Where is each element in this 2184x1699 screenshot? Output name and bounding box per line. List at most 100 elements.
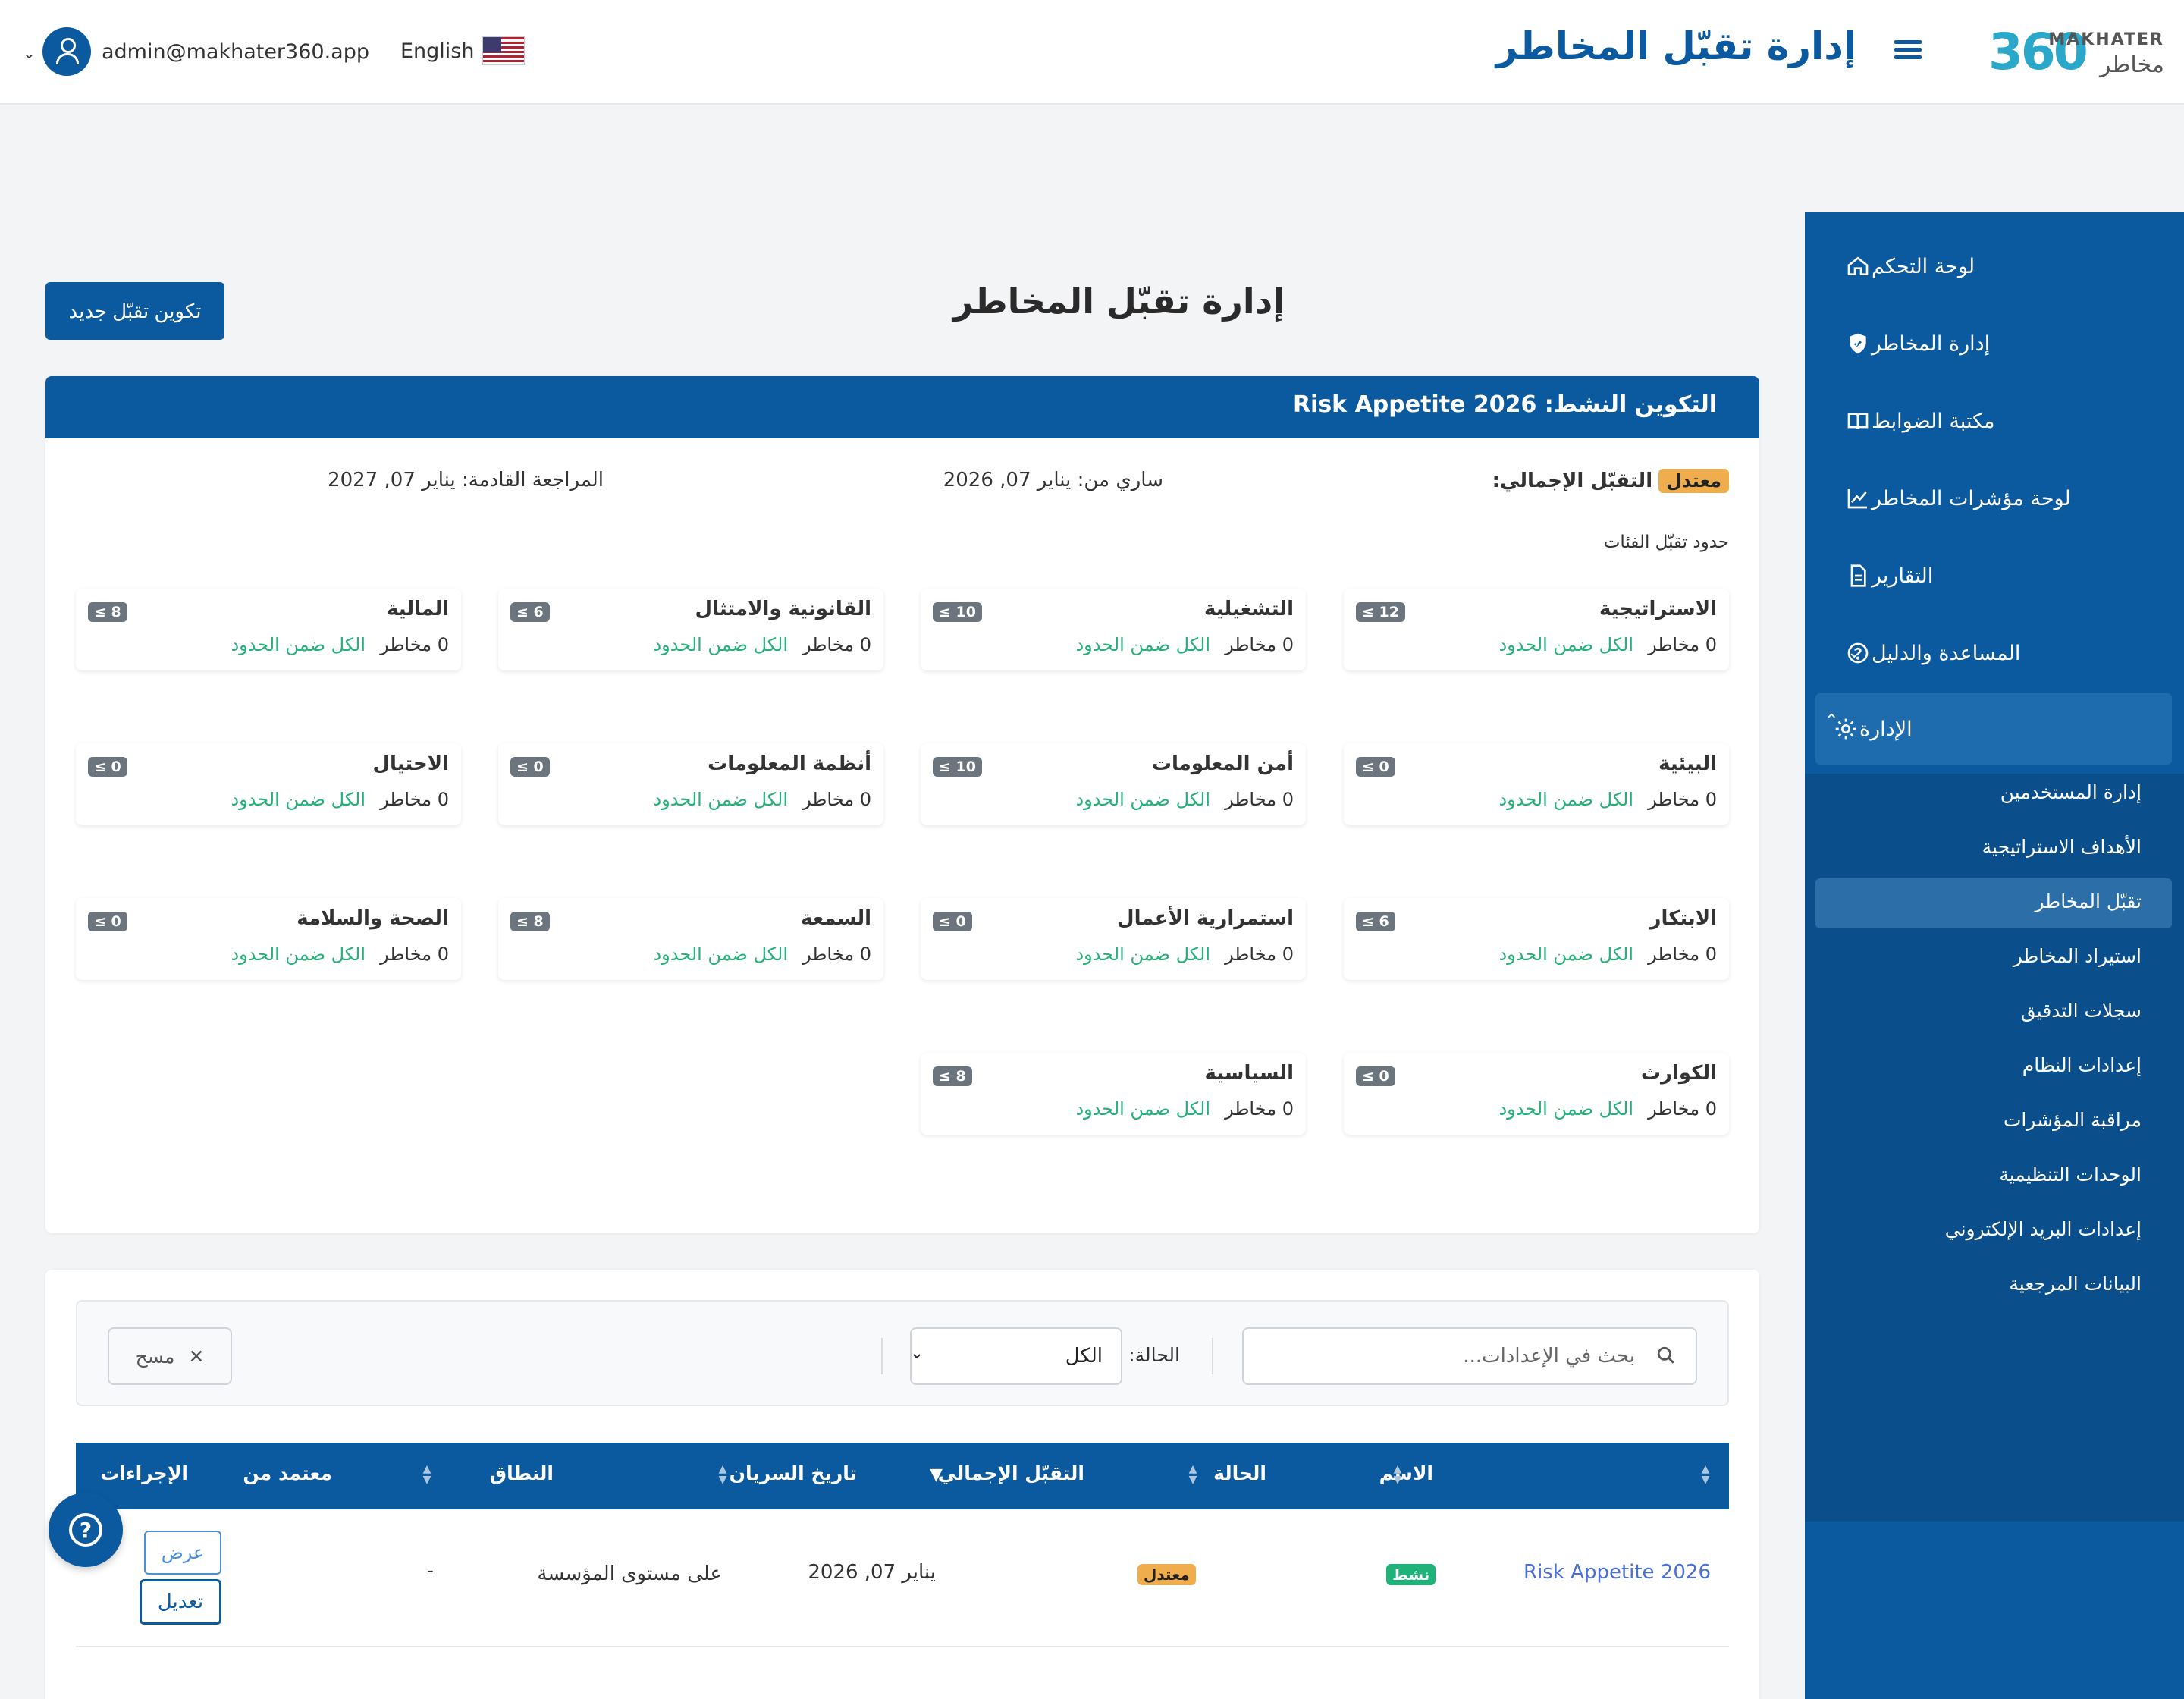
- sidebar-subitem-risk-import[interactable]: استيراد المخاطر: [2013, 945, 2142, 967]
- approved-by-cell: -: [426, 1559, 434, 1582]
- sidebar-item-risk-management[interactable]: إدارة المخاطر ⌄: [1828, 316, 2154, 372]
- sidebar-subitem-users[interactable]: إدارة المستخدمين: [2000, 781, 2142, 803]
- sidebar-subitem-indicator-monitoring[interactable]: مراقبة المؤشرات: [2004, 1109, 2142, 1131]
- sidebar-item-help[interactable]: المساعدة والدليل ⌄: [1828, 625, 2154, 681]
- category-risk-count: 0 مخاطر: [1225, 1098, 1294, 1120]
- sidebar-subitem-risk-appetite[interactable]: تقبّل المخاطر: [2035, 890, 2142, 912]
- category-status: الكل ضمن الحدود: [1075, 1098, 1210, 1120]
- category-status: الكل ضمن الحدود: [231, 634, 366, 655]
- sidebar-item-label: التقارير: [1872, 564, 1934, 588]
- column-header-overall-appetite[interactable]: التقبّل الإجمالي: [938, 1462, 1084, 1484]
- category-limit-badge: ≤ 0: [1356, 757, 1395, 777]
- header-title: إدارة تقبّل المخاطر: [1495, 24, 1856, 68]
- category-card: الاحتيال ≤ 0 0 مخاطر الكل ضمن الحدود: [76, 743, 461, 825]
- sidebar-subitem-reference-data[interactable]: البيانات المرجعية: [2009, 1273, 2142, 1295]
- category-card: السياسية ≤ 8 0 مخاطر الكل ضمن الحدود: [921, 1053, 1306, 1135]
- new-config-button[interactable]: تكوين تقبّل جديد: [46, 282, 224, 340]
- brand-logo[interactable]: 360 MAKHATER مخاطر: [1988, 23, 2164, 81]
- sidebar-subitem-strategic-goals[interactable]: الأهداف الاستراتيجية: [1982, 836, 2142, 858]
- category-limit-badge: ≤ 8: [933, 1066, 972, 1086]
- column-header-status[interactable]: الحالة: [1213, 1462, 1266, 1484]
- sort-icon[interactable]: ▲ ▼: [717, 1464, 728, 1487]
- column-header-actions: الإجراءات: [100, 1462, 188, 1484]
- overall-label: التقبّل الإجمالي:: [1492, 470, 1653, 492]
- active-config-card: التكوين النشط: Risk Appetite 2026 التقبّ…: [46, 376, 1759, 1233]
- sidebar-subitem-org-units[interactable]: الوحدات التنظيمية: [1999, 1164, 2142, 1186]
- edit-button[interactable]: تعديل: [140, 1579, 221, 1625]
- category-limit-badge: ≤ 6: [510, 602, 550, 622]
- sidebar-item-label: الإدارة: [1859, 717, 1913, 741]
- document-icon: [1844, 562, 1872, 589]
- sort-icon[interactable]: ▲ ▼: [1392, 1464, 1403, 1487]
- sidebar-item-dashboard[interactable]: لوحة التحكم: [1828, 238, 2154, 294]
- status-filter-label: الحالة:: [1128, 1344, 1180, 1366]
- sort-icon[interactable]: ▲ ▼: [1188, 1464, 1198, 1487]
- category-name: البيئية: [1658, 752, 1717, 775]
- column-header-scope[interactable]: النطاق: [490, 1462, 554, 1484]
- sidebar-subitem-audit-logs[interactable]: سجلات التدقيق: [2021, 1000, 2142, 1022]
- menu-toggle-icon[interactable]: [1894, 36, 1922, 64]
- sidebar: لوحة التحكم إدارة المخاطر ⌄ مكتبة الضواب…: [1805, 212, 2184, 1699]
- column-header-effective-date[interactable]: تاريخ السريان: [730, 1462, 857, 1484]
- sidebar-subitem-email-settings[interactable]: إعدادات البريد الإلكتروني: [1945, 1218, 2142, 1240]
- page-title: إدارة تقبّل المخاطر: [952, 281, 1285, 322]
- status-filter-select[interactable]: الكل: [910, 1327, 1122, 1385]
- column-header-approved-by[interactable]: معتمد من: [243, 1462, 332, 1484]
- category-risk-count: 0 مخاطر: [1648, 1098, 1717, 1120]
- language-label: English: [400, 39, 475, 63]
- user-menu[interactable]: ⌄ admin@makhater360.app: [23, 27, 369, 76]
- category-limit-badge: ≤ 8: [88, 602, 127, 622]
- category-limit-badge: ≤ 10: [933, 602, 982, 622]
- table-header: الاسم ▲ ▼ الحالة ▲ ▼ التقبّل الإجمالي ▲ ▼ ت…: [76, 1443, 1729, 1509]
- overall-appetite-badge: معتدل: [1138, 1564, 1196, 1585]
- clear-label: مسح: [135, 1345, 175, 1368]
- status-badge: نشط: [1386, 1564, 1436, 1585]
- category-limit-badge: ≤ 8: [510, 912, 550, 931]
- language-switcher[interactable]: English: [400, 36, 525, 65]
- category-status: الكل ضمن الحدود: [1075, 944, 1210, 965]
- filter-divider: [881, 1338, 883, 1374]
- sidebar-subitem-system-settings[interactable]: إعدادات النظام: [2022, 1054, 2142, 1076]
- chevron-down-icon: ⌄: [23, 44, 36, 62]
- category-card: التشغيلية ≤ 10 0 مخاطر الكل ضمن الحدود: [921, 589, 1306, 670]
- category-status: الكل ضمن الحدود: [1498, 634, 1633, 655]
- category-card: القانونية والامتثال ≤ 6 0 مخاطر الكل ضمن…: [498, 589, 883, 670]
- sort-icon[interactable]: ▲ ▼: [1700, 1464, 1711, 1487]
- category-name: السمعة: [800, 907, 871, 930]
- category-risk-count: 0 مخاطر: [1225, 634, 1294, 655]
- category-status: الكل ضمن الحدود: [231, 789, 366, 810]
- help-fab-button[interactable]: ?: [49, 1493, 123, 1567]
- clear-filters-button[interactable]: مسح ✕: [108, 1327, 232, 1385]
- category-card: الصحة والسلامة ≤ 0 0 مخاطر الكل ضمن الحد…: [76, 898, 461, 980]
- config-name-link[interactable]: Risk Appetite 2026: [1523, 1561, 1711, 1584]
- effective-date-cell: يناير 07, 2026: [808, 1561, 936, 1584]
- category-risk-count: 0 مخاطر: [380, 789, 449, 810]
- category-risk-count: 0 مخاطر: [1648, 944, 1717, 965]
- scope-cell: على مستوى المؤسسة: [537, 1562, 722, 1585]
- search-input[interactable]: [1242, 1327, 1697, 1385]
- category-risk-count: 0 مخاطر: [1225, 944, 1294, 965]
- sidebar-item-reports[interactable]: التقارير: [1828, 548, 2154, 604]
- sidebar-item-risk-indicators[interactable]: لوحة مؤشرات المخاطر: [1828, 470, 2154, 526]
- category-status: الكل ضمن الحدود: [653, 634, 788, 655]
- overall-badge: معتدل: [1658, 469, 1729, 493]
- category-risk-count: 0 مخاطر: [802, 944, 871, 965]
- view-button[interactable]: عرض: [144, 1531, 221, 1575]
- sidebar-item-administration[interactable]: الإدارة ⌃: [1815, 693, 2172, 765]
- category-limit-badge: ≤ 10: [933, 757, 982, 777]
- question-icon: ?: [69, 1513, 102, 1547]
- user-email: admin@makhater360.app: [102, 39, 369, 64]
- column-header-name[interactable]: الاسم: [1379, 1462, 1433, 1484]
- category-limit-badge: ≤ 0: [510, 757, 550, 777]
- category-name: السياسية: [1204, 1062, 1294, 1085]
- sidebar-item-controls-library[interactable]: مكتبة الضوابط: [1828, 393, 2154, 449]
- sidebar-item-label: لوحة مؤشرات المخاطر: [1872, 486, 2071, 510]
- us-flag-icon: [482, 36, 525, 65]
- sort-icon[interactable]: ▲ ▼: [422, 1464, 432, 1487]
- category-status: الكل ضمن الحدود: [1498, 1098, 1633, 1120]
- sort-desc-icon[interactable]: ▼: [930, 1464, 943, 1487]
- home-icon: [1844, 253, 1872, 280]
- close-icon: ✕: [188, 1345, 205, 1368]
- category-status: الكل ضمن الحدود: [1075, 789, 1210, 810]
- category-risk-count: 0 مخاطر: [802, 789, 871, 810]
